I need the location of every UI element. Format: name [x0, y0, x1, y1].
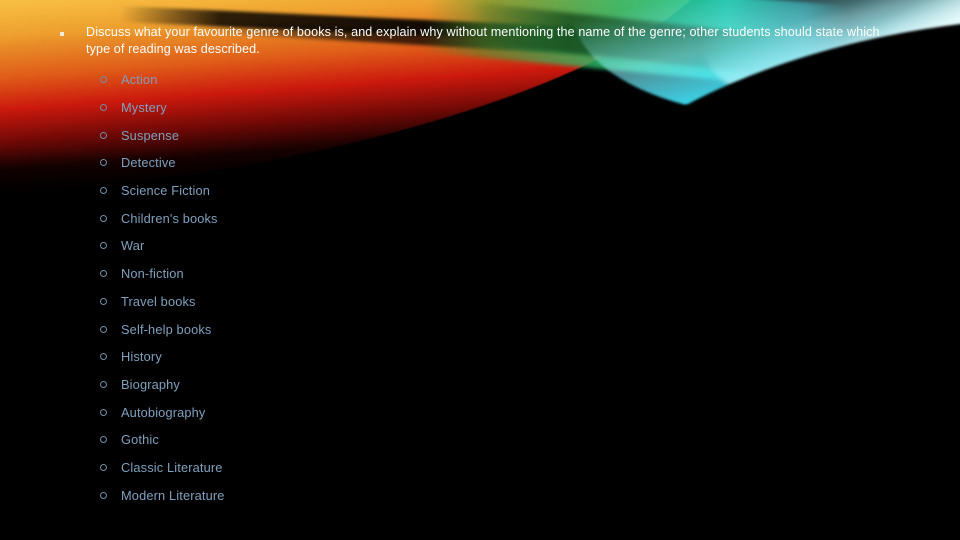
genre-label: Self-help books [121, 321, 212, 337]
list-item: Modern Literature [100, 481, 520, 509]
genre-label: Travel books [121, 293, 196, 309]
genre-label: Non-fiction [121, 266, 184, 282]
presentation-slide: Discuss what your favourite genre of boo… [0, 0, 960, 540]
list-item: War [100, 232, 520, 260]
hollow-circle-bullet-icon [100, 131, 107, 139]
hollow-circle-bullet-icon [100, 159, 107, 167]
hollow-circle-bullet-icon [100, 436, 107, 444]
genre-label: Modern Literature [121, 487, 225, 503]
hollow-circle-bullet-icon [100, 408, 107, 416]
genre-label: History [121, 349, 162, 365]
hollow-circle-bullet-icon [100, 214, 107, 222]
list-item: Suspense [100, 121, 520, 149]
hollow-circle-bullet-icon [100, 325, 107, 333]
hollow-circle-bullet-icon [100, 491, 107, 499]
genre-label: Science Fiction [121, 183, 211, 199]
genre-label: War [121, 238, 145, 254]
list-item: Non-fiction [100, 260, 520, 288]
genre-label: Action [121, 72, 158, 88]
list-item: Detective [100, 149, 520, 177]
list-item: Self-help books [100, 315, 520, 343]
list-item: Children's books [100, 204, 520, 232]
square-bullet-icon [60, 32, 64, 36]
slide-content: Discuss what your favourite genre of boo… [0, 0, 960, 540]
list-item: Gothic [100, 426, 520, 454]
hollow-circle-bullet-icon [100, 270, 107, 278]
genre-label: Detective [121, 155, 176, 171]
genre-label: Gothic [121, 432, 159, 448]
hollow-circle-bullet-icon [100, 104, 107, 112]
list-item: Classic Literature [100, 454, 520, 482]
hollow-circle-bullet-icon [100, 353, 107, 361]
hollow-circle-bullet-icon [100, 297, 107, 305]
list-item: Travel books [100, 288, 520, 316]
list-item: Autobiography [100, 398, 520, 426]
hollow-circle-bullet-icon [100, 380, 107, 388]
genre-label: Suspense [121, 127, 180, 143]
list-item: Science Fiction [100, 177, 520, 205]
hollow-circle-bullet-icon [100, 463, 107, 471]
genre-label: Biography [121, 376, 180, 392]
lead-paragraph-text: Discuss what your favourite genre of boo… [86, 25, 880, 56]
genre-label: Children's books [121, 210, 218, 226]
hollow-circle-bullet-icon [100, 76, 107, 84]
genre-list: Action Mystery Suspense Detective Scienc… [100, 66, 520, 509]
genre-label: Autobiography [121, 404, 206, 420]
genre-label: Classic Literature [121, 459, 223, 475]
genre-label: Mystery [121, 100, 167, 116]
lead-paragraph-row: Discuss what your favourite genre of boo… [60, 24, 900, 58]
list-item: History [100, 343, 520, 371]
hollow-circle-bullet-icon [100, 242, 107, 250]
list-item: Mystery [100, 94, 520, 122]
hollow-circle-bullet-icon [100, 187, 107, 195]
list-item: Biography [100, 371, 520, 399]
list-item: Action [100, 66, 520, 94]
